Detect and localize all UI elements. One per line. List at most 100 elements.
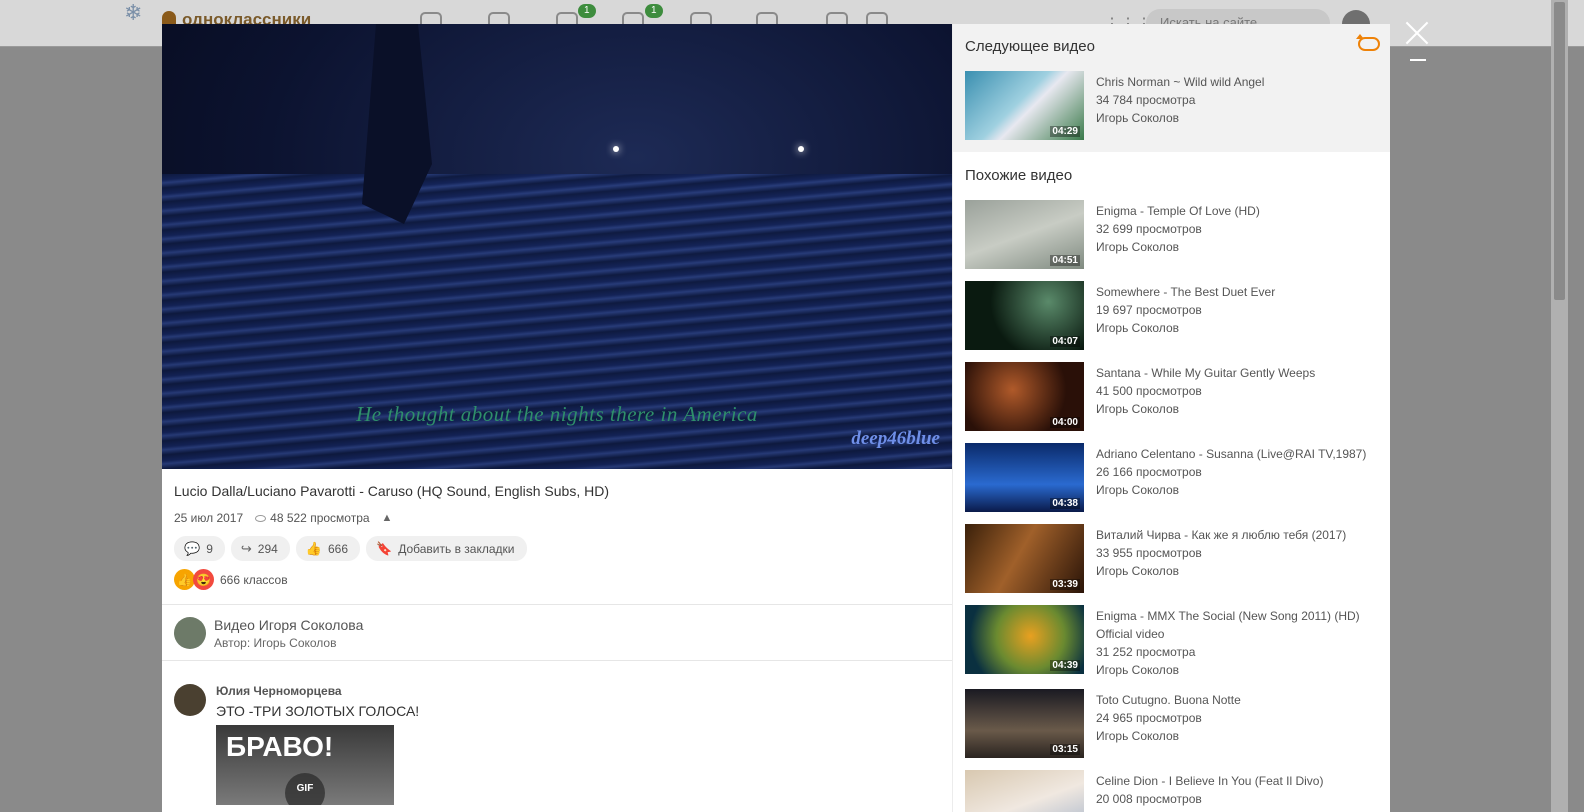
video-frame-light [798,146,804,152]
reactions-summary[interactable]: 👍 😍 666 классов [174,569,288,590]
video-player[interactable]: He thought about the nights there in Ame… [162,24,952,469]
similar-video-item[interactable]: 04:07 Somewhere - The Best Duet Ever 19 6… [965,281,1385,351]
video-item-author[interactable]: Игорь Соколов [1096,661,1360,679]
close-icon[interactable] [1404,20,1430,46]
gif-caption: БРАВО! [226,731,334,762]
video-thumbnail[interactable]: 04:29 [965,71,1084,140]
classes-count: 666 классов [220,572,288,587]
video-meta: 25 июл 2017 48 522 просмотра ▲ [174,511,392,525]
minimize-icon[interactable] [1410,59,1426,61]
video-item-author[interactable]: Игорь Соколов [1096,319,1275,337]
video-item-views: 31 252 просмотра [1096,645,1196,659]
comment-item: Юлия Черноморцева ЭТО -ТРИ ЗОЛОТЫХ ГОЛОС… [174,684,419,805]
video-thumbnail[interactable] [965,770,1084,812]
video-item-subtitle: Official video [1096,627,1165,641]
comment-icon: 💬 [184,540,201,556]
notifications-badge: 1 [578,4,596,18]
video-item-views: 41 500 просмотров [1096,384,1202,398]
channel-avatar[interactable] [174,617,206,649]
video-title: Lucio Dalla/Luciano Pavarotti - Caruso (… [174,483,609,499]
video-duration: 03:15 [1050,744,1080,755]
autoplay-repeat-icon[interactable] [1356,34,1380,51]
comments-button[interactable]: 💬 9 [174,536,225,561]
gif-badge: GIF [285,773,325,805]
similar-video-item[interactable]: 03:39 Виталий Чирва - Как же я люблю теб… [965,524,1385,594]
similar-video-item[interactable]: 04:39 Enigma - MMX The Social (New Song … [965,605,1385,679]
comments-count: 9 [206,541,213,556]
page-scrollbar[interactable] [1551,0,1568,812]
snowflake-icon: ❄ [124,0,143,25]
like-button[interactable]: 👍 666 [295,536,361,561]
video-thumbnail[interactable]: 04:07 [965,281,1084,350]
video-item-views: 34 784 просмотра [1096,93,1196,107]
bookmark-icon: 🔖 [376,540,393,556]
video-item-title[interactable]: Enigma - MMX The Social (New Song 2011) … [1096,607,1360,625]
video-item-author[interactable]: Игорь Соколов [1096,400,1315,418]
divider [162,604,952,605]
video-thumbnail[interactable]: 04:00 [965,362,1084,431]
video-item-author[interactable]: Игорь Соколов [1096,238,1260,256]
video-duration: 04:38 [1050,498,1080,509]
video-item-title[interactable]: Celine Dion - I Believe In You (Feat Il … [1096,772,1323,790]
scrollbar-thumb[interactable] [1554,2,1565,300]
video-subtitle: He thought about the nights there in Ame… [356,402,758,426]
video-item-author[interactable]: Игорь Соколов [1096,109,1264,127]
similar-video-item[interactable]: 04:51 Enigma - Temple Of Love (HD) 32 699… [965,200,1385,270]
video-item-title[interactable]: Chris Norman ~ Wild wild Angel [1096,73,1264,91]
related-panel: Следующее видео 04:29 Chris Norman ~ Wil… [952,24,1390,812]
share-button[interactable]: ↪ 294 [230,536,290,561]
video-item-views: 33 955 просмотров [1096,546,1202,560]
video-item-title[interactable]: Enigma - Temple Of Love (HD) [1096,202,1260,220]
channel-info[interactable]: Видео Игоря Соколова Автор: Игорь Соколо… [174,617,363,650]
similar-video-item[interactable]: Celine Dion - I Believe In You (Feat Il … [965,770,1385,812]
next-video-section: Следующее видео 04:29 Chris Norman ~ Wil… [953,24,1390,152]
bookmark-button[interactable]: 🔖 Добавить в закладки [366,536,527,561]
comment-author[interactable]: Юлия Черноморцева [216,684,419,698]
video-item-author[interactable]: Игорь Соколов [1096,481,1366,499]
report-warning-icon[interactable]: ▲ [382,512,393,524]
channel-author[interactable]: Автор: Игорь Соколов [214,636,363,650]
share-icon: ↪ [240,540,252,556]
video-actions: 💬 9 ↪ 294 👍 666 🔖 Добавить в закладки [174,536,527,561]
video-duration: 04:00 [1050,417,1080,428]
video-item-title[interactable]: Виталий Чирва - Как же я люблю тебя (201… [1096,526,1346,544]
similar-video-item[interactable]: 04:38 Adriano Celentano - Susanna (Live@… [965,443,1385,513]
video-item-title[interactable]: Santana - While My Guitar Gently Weeps [1096,364,1315,382]
video-thumbnail[interactable]: 04:39 [965,605,1084,674]
thumbs-up-icon: 👍 [305,540,322,556]
video-item-views: 32 699 просмотров [1096,222,1202,236]
video-item-title[interactable]: Toto Cutugno. Buona Notte [1096,691,1241,709]
video-thumbnail[interactable]: 04:38 [965,443,1084,512]
channel-name[interactable]: Видео Игоря Соколова [214,617,363,633]
love-reaction-icon: 😍 [193,569,214,590]
video-thumbnail[interactable]: 04:51 [965,200,1084,269]
video-item-views: 26 166 просмотров [1096,465,1202,479]
video-duration: 04:29 [1050,126,1080,137]
video-frame-light [613,146,619,152]
video-watermark: deep46blue [851,428,940,449]
video-views: 48 522 просмотра [270,511,370,525]
eye-icon [255,514,267,522]
video-item-author[interactable]: Игорь Соколов [1096,562,1346,580]
similar-video-item[interactable]: 04:00 Santana - While My Guitar Gently W… [965,362,1385,432]
similar-video-item[interactable]: 03:15 Toto Cutugno. Buona Notte 24 965 пр… [965,689,1385,759]
video-item-title[interactable]: Somewhere - The Best Duet Ever [1096,283,1275,301]
video-thumbnail[interactable]: 03:15 [965,689,1084,758]
video-item-views: 20 008 просмотров [1096,792,1202,806]
likes-count: 666 [328,541,349,556]
comment-text: ЭТО -ТРИ ЗОЛОТЫХ ГОЛОСА! [216,703,420,719]
video-item-title[interactable]: Adriano Celentano - Susanna (Live@RAI TV… [1096,445,1366,463]
video-item-author[interactable]: Игорь Соколов [1096,727,1241,745]
next-video-heading: Следующее видео [965,38,1095,55]
divider [162,660,952,661]
video-modal: He thought about the nights there in Ame… [162,24,1390,812]
guests-badge: 1 [645,4,663,18]
commenter-avatar[interactable] [174,684,206,716]
video-item-views: 19 697 просмотров [1096,303,1202,317]
video-thumbnail[interactable]: 03:39 [965,524,1084,593]
video-duration: 03:39 [1050,579,1080,590]
next-video-item[interactable]: 04:29 Chris Norman ~ Wild wild Angel 34 … [965,71,1385,141]
video-item-views: 24 965 просмотров [1096,711,1202,725]
comment-gif[interactable]: БРАВО! GIF [216,725,394,805]
video-duration: 04:51 [1050,255,1080,266]
